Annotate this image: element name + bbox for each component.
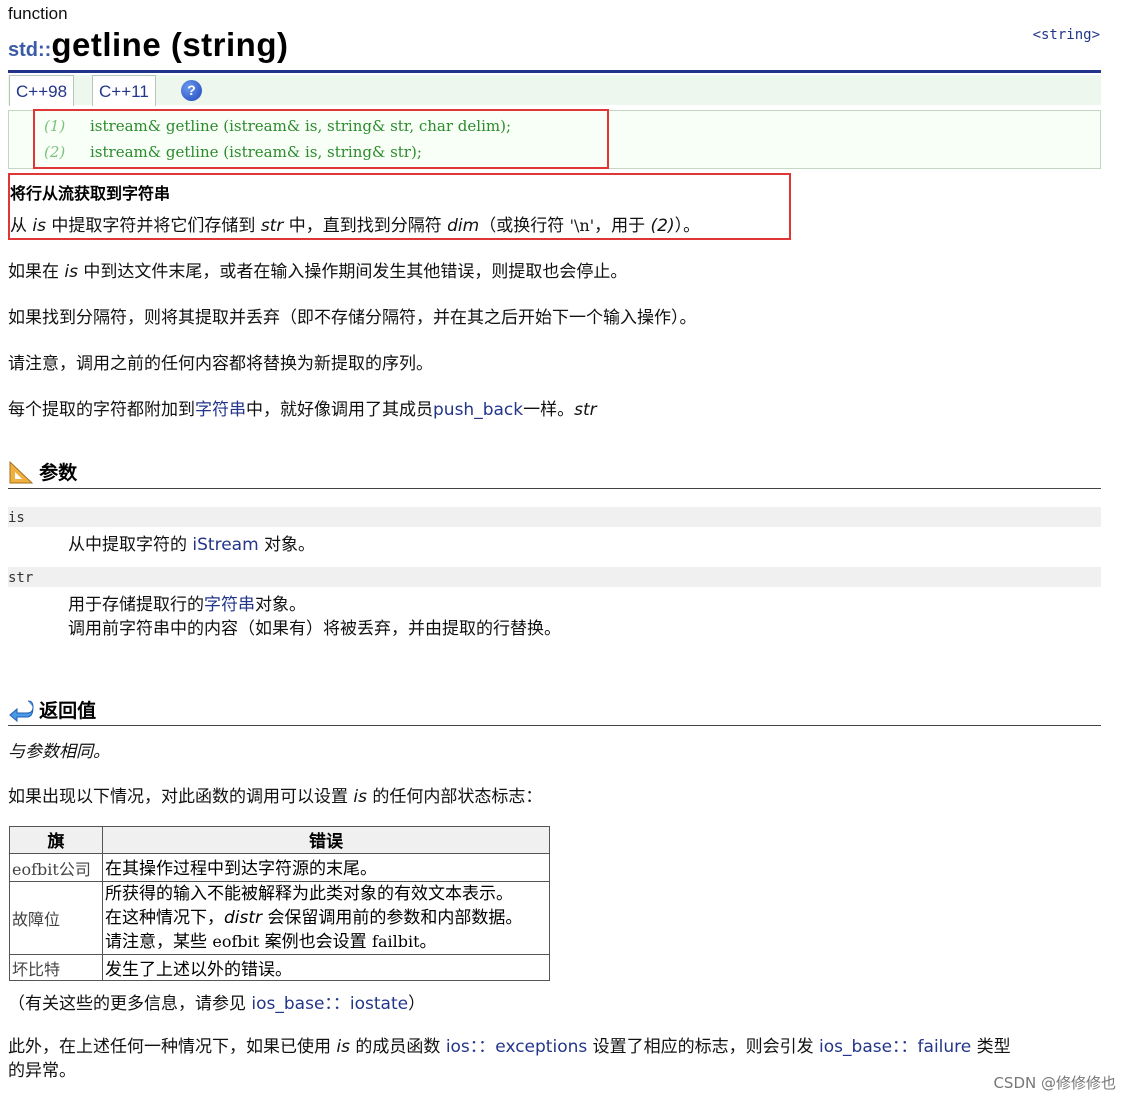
prototype-highlight-box	[33, 109, 609, 169]
text-line: 请注意，某些 eofbit 案例也会设置 failbit。	[105, 930, 547, 954]
state-flags-table: 旗 错误 eofbit公司 在其操作过程中到达字符源的末尾。 故障位 所获得的输…	[9, 826, 550, 981]
code: failbit	[372, 932, 420, 951]
text: 。	[419, 932, 437, 952]
text: 请注意，某些	[105, 932, 207, 952]
table-row: eofbit公司 在其操作过程中到达字符源的末尾。	[9, 853, 550, 882]
param-name-is: is	[8, 507, 1101, 527]
brief-highlight-box	[8, 173, 791, 240]
exceptions-paragraph: 此外，在上述任何一种情况下，如果已使用 is 的成员函数 ios：：except…	[8, 1035, 1103, 1083]
column-header-flag: 旗	[9, 826, 103, 854]
flag-cell: 坏比特	[9, 954, 103, 981]
return-heading: 返回值	[8, 696, 96, 723]
text: 对象。	[255, 595, 306, 615]
table-row: 坏比特 发生了上述以外的错误。	[9, 954, 550, 981]
iostate-link[interactable]: ios_base：：iostate	[251, 994, 408, 1014]
table-row: 故障位 所获得的输入不能被解释为此类对象的有效文本表示。 在这种情况下，dist…	[9, 881, 550, 955]
return-same: 与参数相同。	[8, 742, 110, 762]
exceptions-link[interactable]: ios：：exceptions	[446, 1037, 587, 1057]
string-link[interactable]: 字符串	[204, 595, 255, 615]
text: 案例也会设置	[264, 932, 367, 952]
flag-cell: 故障位	[9, 881, 103, 955]
push-back-link[interactable]: push_back	[433, 400, 523, 420]
tab-cpp98[interactable]: C++98	[9, 75, 75, 106]
text: 如果出现以下情况，对此函数的调用可以设置	[8, 787, 348, 807]
istream-link[interactable]: iStream	[192, 535, 258, 555]
text-line: 在这种情况下，distr 会保留调用前的参数和内部数据。	[105, 906, 547, 930]
paragraph-eof: 如果在 is 中到达文件末尾，或者在输入操作期间发生其他错误，则提取也会停止。	[8, 257, 627, 282]
failure-link[interactable]: ios_base：：failure	[819, 1037, 971, 1057]
tab-cpp11[interactable]: C++11	[92, 75, 156, 106]
section-title: 返回值	[39, 700, 97, 722]
text: 的异常。	[8, 1061, 76, 1081]
text: 每个提取的字符都附加到	[8, 400, 195, 420]
text: 会保留调用前的参数和内部数据。	[267, 908, 523, 928]
text: 此外，在上述任何一种情况下，如果已使用	[8, 1037, 331, 1057]
param-ref-is: is	[353, 787, 367, 807]
section-rule	[8, 725, 1101, 726]
paragraph-delim: 如果找到分隔符，则将其提取并丢弃（即不存储分隔符，并在其之后开始下一个输入操作）…	[8, 308, 697, 328]
text: 中到达文件末尾，或者在输入操作期间发生其他错误，则提取也会停止。	[83, 262, 628, 282]
text: 类型	[976, 1037, 1011, 1057]
text: 从中提取字符的	[68, 535, 187, 555]
header-library-link[interactable]: <string>	[1033, 27, 1100, 43]
param-ref-is: is	[336, 1037, 350, 1057]
namespace-prefix: std::	[8, 39, 52, 61]
text: 的任何内部状态标志：	[372, 787, 543, 807]
column-header-error: 错误	[102, 826, 550, 854]
entity-kind: function	[8, 4, 68, 23]
table-header-row: 旗 错误	[9, 826, 550, 854]
param-desc-str: 用于存储提取行的字符串对象。	[68, 590, 306, 615]
params-heading: 参数	[8, 458, 77, 485]
paragraph-append: 每个提取的字符都附加到字符串中，就好像调用了其成员push_back一样。str	[8, 395, 597, 420]
title-rule	[8, 70, 1101, 73]
section-rule	[8, 488, 1101, 489]
section-title: 参数	[39, 462, 78, 484]
text: 用于存储提取行的	[68, 595, 204, 615]
error-cell: 所获得的输入不能被解释为此类对象的有效文本表示。 在这种情况下，distr 会保…	[102, 881, 550, 955]
code: eofbit	[212, 932, 260, 951]
paragraph-replace: 请注意，调用之前的任何内容都将替换为新提取的序列。	[8, 354, 433, 374]
text: （有关这些的更多信息，请参见	[8, 994, 246, 1014]
set-square-icon	[9, 460, 34, 483]
text: distr	[224, 908, 263, 928]
watermark: CSDN @修修修也	[993, 1074, 1116, 1092]
return-arrow-icon	[9, 700, 34, 722]
param-desc-str-2: 调用前字符串中的内容（如果有）将被丢弃，并由提取的行替换。	[68, 619, 561, 639]
help-icon[interactable]: ?	[181, 80, 202, 101]
param-desc-is: 从中提取字符的 iStream 对象。	[68, 530, 315, 555]
param-ref-str: str	[574, 400, 597, 420]
text: 在这种情况下，	[105, 908, 224, 928]
text: 的成员函数	[355, 1037, 441, 1057]
return-flags-intro: 如果出现以下情况，对此函数的调用可以设置 is 的任何内部状态标志：	[8, 782, 542, 807]
flag-cell: eofbit公司	[9, 853, 103, 882]
more-info: （有关这些的更多信息，请参见 ios_base：：iostate）	[8, 989, 425, 1014]
string-link[interactable]: 字符串	[195, 400, 246, 420]
page-title: std::getline (string)	[8, 26, 289, 64]
param-name-str: str	[8, 567, 1101, 587]
version-bar	[8, 75, 1101, 105]
text: 设置了相应的标志，则会引发	[592, 1037, 814, 1057]
text: 中，就好像调用了其成员	[246, 400, 433, 420]
param-ref-is: is	[64, 262, 78, 282]
text: 如果在	[8, 262, 59, 282]
text: ）	[408, 994, 426, 1014]
text: 一样。	[523, 400, 575, 420]
error-cell: 发生了上述以外的错误。	[102, 954, 550, 981]
function-name: getline (string)	[51, 26, 289, 63]
text: 所获得的输入不能被解释为此类对象的有效文本表示。	[105, 884, 513, 904]
text: 对象。	[264, 535, 316, 555]
error-cell: 在其操作过程中到达字符源的末尾。	[102, 853, 550, 882]
